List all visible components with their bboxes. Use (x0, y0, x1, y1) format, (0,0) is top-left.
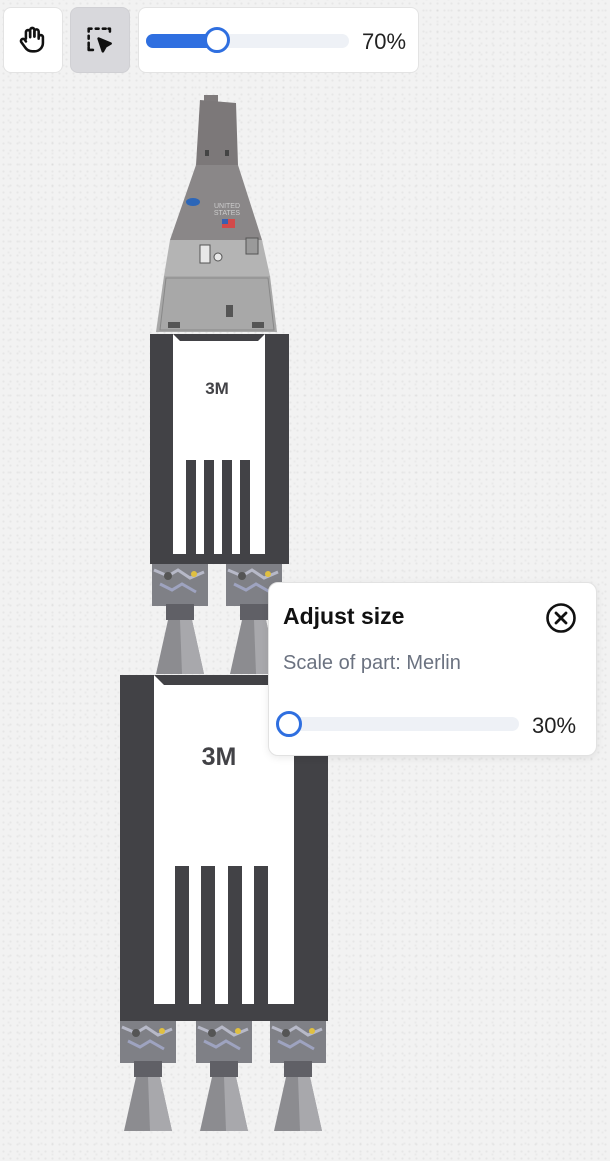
close-button[interactable] (545, 602, 577, 634)
upper-engine[interactable] (150, 562, 210, 676)
scale-slider[interactable] (285, 717, 519, 731)
capsule[interactable]: UNITED STATES (156, 95, 277, 332)
close-circle-icon (546, 603, 576, 633)
upper-stage[interactable]: 3M (150, 334, 289, 564)
lower-engine[interactable] (268, 1019, 328, 1133)
popover-subtitle: Scale of part: Merlin (283, 652, 461, 674)
capsule-label-line1: UNITED (214, 203, 240, 210)
rocket-canvas: UNITED STATES 3M 3M (118, 95, 328, 1133)
upper-stage-label: 3M (205, 379, 229, 398)
adjust-size-popover: Adjust size Scale of part: Merlin 30% (268, 582, 597, 756)
popover-title: Adjust size (283, 603, 405, 629)
lower-stage-label: 3M (202, 743, 237, 771)
scale-slider-thumb[interactable] (276, 711, 303, 737)
capsule-label-line2: STATES (214, 210, 241, 217)
lower-engine[interactable] (194, 1019, 254, 1133)
scale-percentage: 30% (532, 713, 577, 738)
lower-engine[interactable] (118, 1019, 178, 1133)
